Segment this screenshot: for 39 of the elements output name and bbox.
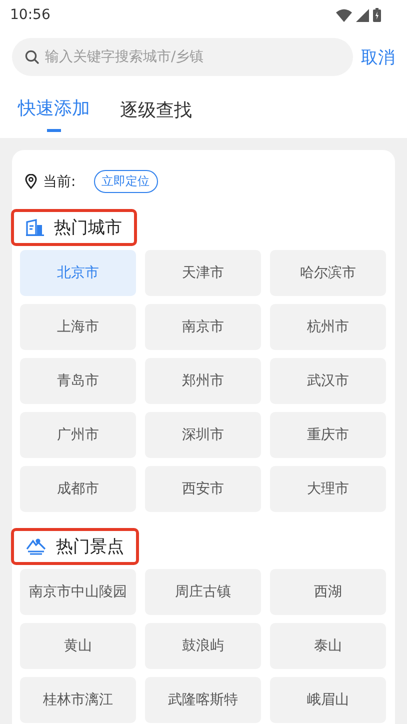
cancel-button[interactable]: 取消 <box>361 46 395 68</box>
place-chip[interactable]: 哈尔滨市 <box>270 250 386 296</box>
place-chip[interactable]: 西湖 <box>270 569 386 615</box>
signal-icon <box>356 8 369 22</box>
tab[interactable]: 逐级查找 <box>120 96 192 136</box>
place-chip[interactable]: 青岛市 <box>20 358 136 404</box>
wifi-icon <box>336 8 352 22</box>
place-chip[interactable]: 武汉市 <box>270 358 386 404</box>
place-chip[interactable]: 上海市 <box>20 304 136 350</box>
place-chip[interactable]: 天津市 <box>145 250 261 296</box>
place-chip[interactable]: 南京市 <box>145 304 261 350</box>
mountain-icon <box>26 538 46 555</box>
place-chip[interactable]: 北京市 <box>20 250 136 296</box>
place-chip[interactable]: 重庆市 <box>270 412 386 458</box>
section-header: 热门城市 <box>11 209 137 246</box>
place-chip[interactable]: 黄山 <box>20 623 136 669</box>
location-label: 当前: <box>43 172 76 190</box>
place-chip[interactable]: 峨眉山 <box>270 677 386 723</box>
place-chip[interactable]: 杭州市 <box>270 304 386 350</box>
place-chip[interactable]: 周庄古镇 <box>145 569 261 615</box>
place-chip[interactable]: 西安市 <box>145 466 261 512</box>
place-chip[interactable]: 成都市 <box>20 466 136 512</box>
place-chip[interactable]: 郑州市 <box>145 358 261 404</box>
battery-icon <box>373 8 381 22</box>
place-chip[interactable]: 桂林市漓江 <box>20 677 136 723</box>
section-header: 热门景点 <box>11 528 139 565</box>
place-chip[interactable]: 南京市中山陵园 <box>20 569 136 615</box>
place-chip[interactable]: 广州市 <box>20 412 136 458</box>
location-pin-icon <box>25 174 37 189</box>
place-chip[interactable]: 武隆喀斯特 <box>145 677 261 723</box>
place-chip[interactable]: 泰山 <box>270 623 386 669</box>
locate-button[interactable]: 立即定位 <box>94 170 158 193</box>
search-icon <box>25 50 39 64</box>
building-icon <box>26 219 44 236</box>
place-chip[interactable]: 鼓浪屿 <box>145 623 261 669</box>
place-chip[interactable]: 大理市 <box>270 466 386 512</box>
search-field[interactable]: 输入关键字搜索城市/乡镇 <box>12 38 353 76</box>
status-time: 10:56 <box>10 7 50 23</box>
place-chip[interactable]: 深圳市 <box>145 412 261 458</box>
